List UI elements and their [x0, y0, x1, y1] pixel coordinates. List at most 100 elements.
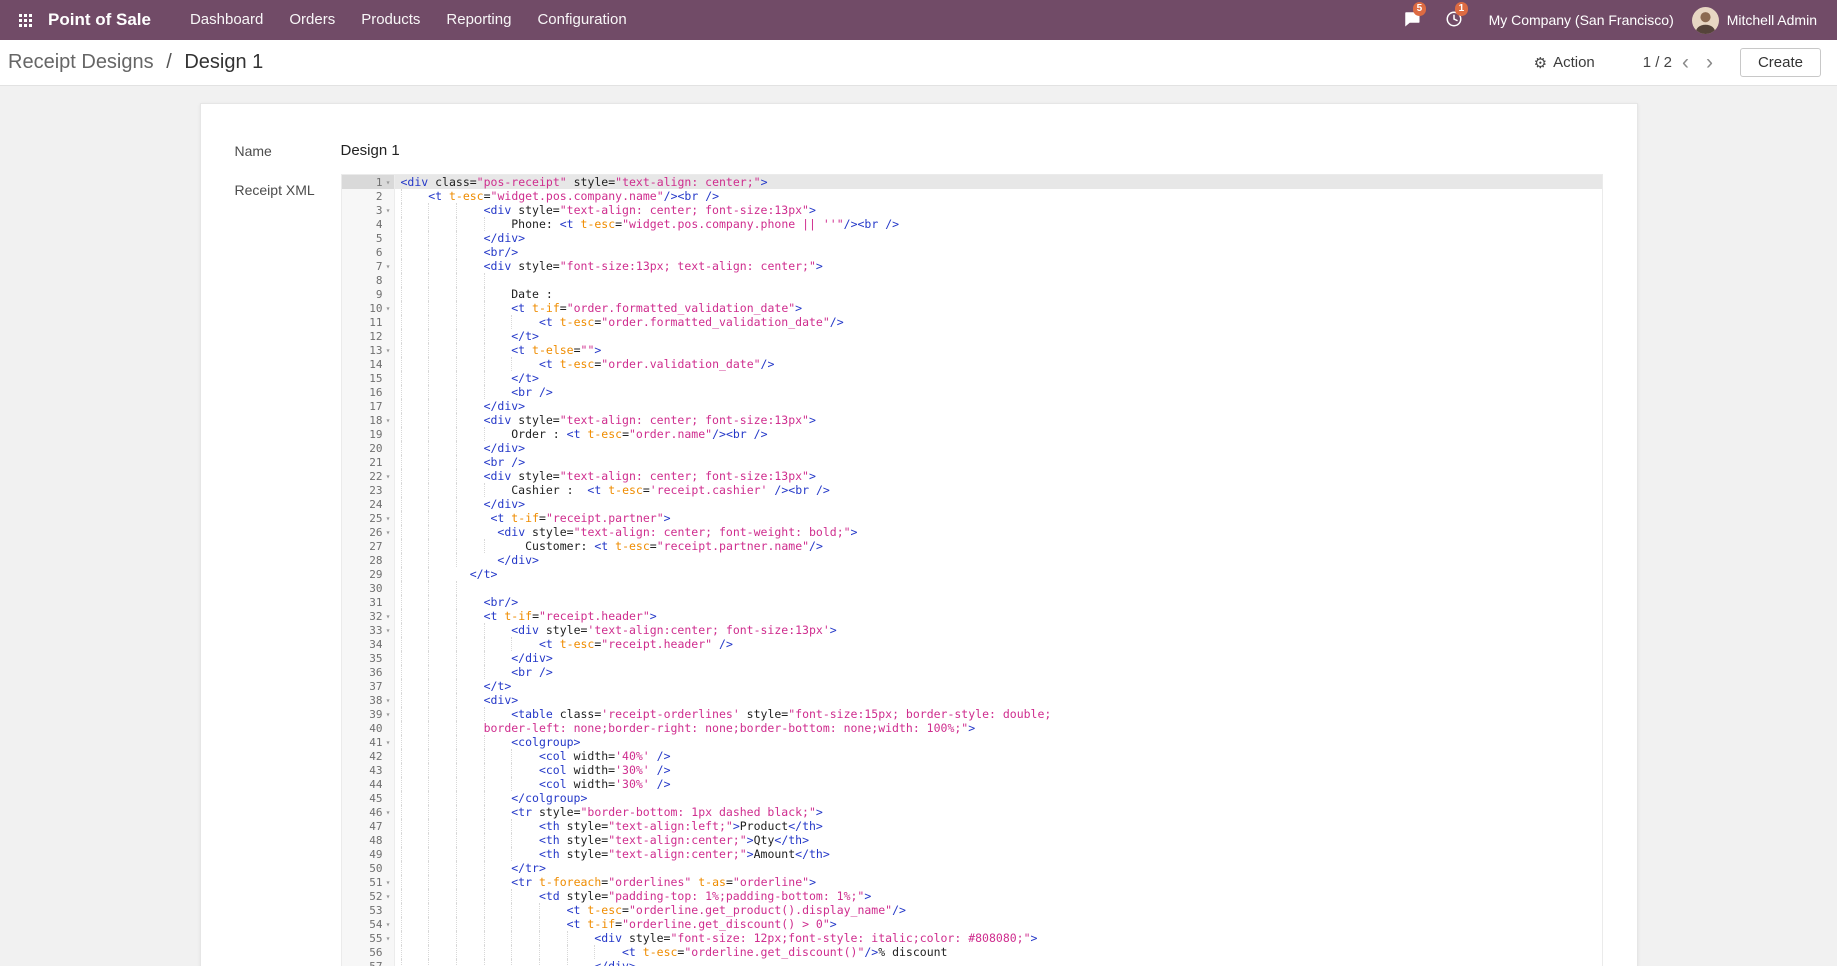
editor-line[interactable]: 21<br />	[342, 455, 1602, 469]
fold-icon[interactable]: ▾	[383, 934, 394, 943]
editor-line[interactable]: 7▾<div style="font-size:13px; text-align…	[342, 259, 1602, 273]
fold-icon[interactable]: ▾	[383, 738, 394, 747]
line-number[interactable]: 45	[342, 791, 395, 805]
line-number[interactable]: 43	[342, 763, 395, 777]
editor-line[interactable]: 38▾<div>	[342, 693, 1602, 707]
editor-line[interactable]: 33▾<div style='text-align:center; font-s…	[342, 623, 1602, 637]
line-number[interactable]: 17	[342, 399, 395, 413]
editor-line[interactable]: 51▾<tr t-foreach="orderlines" t-as="orde…	[342, 875, 1602, 889]
line-number[interactable]: 57	[342, 959, 395, 966]
line-number[interactable]: 22▾	[342, 469, 395, 483]
line-number[interactable]: 19	[342, 427, 395, 441]
editor-line[interactable]: 26▾ <div style="text-align: center; font…	[342, 525, 1602, 539]
user-menu[interactable]: Mitchell Admin	[1692, 7, 1817, 34]
editor-line[interactable]: 10▾<t t-if="order.formatted_validation_d…	[342, 301, 1602, 315]
line-number[interactable]: 9	[342, 287, 395, 301]
fold-icon[interactable]: ▾	[383, 178, 394, 187]
editor-line[interactable]: 16<br />	[342, 385, 1602, 399]
line-number[interactable]: 51▾	[342, 875, 395, 889]
line-number[interactable]: 46▾	[342, 805, 395, 819]
line-number[interactable]: 36	[342, 665, 395, 679]
editor-line[interactable]: 50</tr>	[342, 861, 1602, 875]
line-number[interactable]: 48	[342, 833, 395, 847]
pager-previous-button[interactable]: ‹	[1675, 52, 1696, 73]
editor-line[interactable]: 34<t t-esc="receipt.header" />	[342, 637, 1602, 651]
editor-line[interactable]: 15</t>	[342, 371, 1602, 385]
editor-line[interactable]: 56<t t-esc="orderline.get_discount()"/>%…	[342, 945, 1602, 959]
line-number[interactable]: 1▾	[342, 175, 395, 189]
line-number[interactable]: 34	[342, 637, 395, 651]
line-number[interactable]: 2	[342, 189, 395, 203]
line-number[interactable]: 8	[342, 273, 395, 287]
line-number[interactable]: 3▾	[342, 203, 395, 217]
line-number[interactable]: 55▾	[342, 931, 395, 945]
line-number[interactable]: 23	[342, 483, 395, 497]
editor-line[interactable]: 13▾<t t-else="">	[342, 343, 1602, 357]
line-number[interactable]: 31	[342, 595, 395, 609]
line-number[interactable]: 16	[342, 385, 395, 399]
fold-icon[interactable]: ▾	[383, 808, 394, 817]
line-number[interactable]: 47	[342, 819, 395, 833]
editor-line[interactable]: 45</colgroup>	[342, 791, 1602, 805]
line-number[interactable]: 18▾	[342, 413, 395, 427]
breadcrumb-parent[interactable]: Receipt Designs	[8, 51, 154, 73]
editor-line[interactable]: 8	[342, 273, 1602, 287]
editor-line[interactable]: 48<th style="text-align:center;">Qty</th…	[342, 833, 1602, 847]
editor-line[interactable]: 36<br />	[342, 665, 1602, 679]
line-number[interactable]: 25▾	[342, 511, 395, 525]
editor-line[interactable]: 20</div>	[342, 441, 1602, 455]
editor-line[interactable]: 5</div>	[342, 231, 1602, 245]
editor-line[interactable]: 44<col width='30%' />	[342, 777, 1602, 791]
pager-next-button[interactable]: ›	[1699, 52, 1720, 73]
editor-line[interactable]: 14<t t-esc="order.validation_date"/>	[342, 357, 1602, 371]
line-number[interactable]: 11	[342, 315, 395, 329]
editor-line[interactable]: 55▾<div style="font-size: 12px;font-styl…	[342, 931, 1602, 945]
editor-line[interactable]: 23Cashier : <t t-esc='receipt.cashier' /…	[342, 483, 1602, 497]
line-number[interactable]: 21	[342, 455, 395, 469]
menu-reporting[interactable]: Reporting	[433, 0, 524, 40]
line-number[interactable]: 20	[342, 441, 395, 455]
editor-line[interactable]: 19Order : <t t-esc="order.name"/><br />	[342, 427, 1602, 441]
action-menu-button[interactable]: ⚙ Action	[1534, 54, 1595, 72]
menu-dashboard[interactable]: Dashboard	[177, 0, 276, 40]
line-number[interactable]: 41▾	[342, 735, 395, 749]
fold-icon[interactable]: ▾	[383, 304, 394, 313]
line-number[interactable]: 12	[342, 329, 395, 343]
editor-line[interactable]: 40border-left: none;border-right: none;b…	[342, 721, 1602, 735]
line-number[interactable]: 38▾	[342, 693, 395, 707]
editor-line[interactable]: 35</div>	[342, 651, 1602, 665]
fold-icon[interactable]: ▾	[383, 416, 394, 425]
fold-icon[interactable]: ▾	[383, 346, 394, 355]
editor-line[interactable]: 43<col width='30%' />	[342, 763, 1602, 777]
editor-line[interactable]: 1▾<div class="pos-receipt" style="text-a…	[342, 175, 1602, 189]
editor-line[interactable]: 39▾<table class='receipt-orderlines' sty…	[342, 707, 1602, 721]
line-number[interactable]: 32▾	[342, 609, 395, 623]
editor-line[interactable]: 17</div>	[342, 399, 1602, 413]
editor-line[interactable]: 54▾<t t-if="orderline.get_discount() > 0…	[342, 917, 1602, 931]
line-number[interactable]: 6	[342, 245, 395, 259]
line-number[interactable]: 42	[342, 749, 395, 763]
line-number[interactable]: 53	[342, 903, 395, 917]
messages-button[interactable]: 5	[1399, 6, 1425, 35]
fold-icon[interactable]: ▾	[383, 878, 394, 887]
line-number[interactable]: 10▾	[342, 301, 395, 315]
editor-line[interactable]: 24</div>	[342, 497, 1602, 511]
editor-line[interactable]: 27 Customer: <t t-esc="receipt.partner.n…	[342, 539, 1602, 553]
fold-icon[interactable]: ▾	[383, 696, 394, 705]
fold-icon[interactable]: ▾	[383, 892, 394, 901]
line-number[interactable]: 54▾	[342, 917, 395, 931]
editor-line[interactable]: 49<th style="text-align:center;">Amount<…	[342, 847, 1602, 861]
editor-line[interactable]: 47<th style="text-align:left;">Product</…	[342, 819, 1602, 833]
editor-line[interactable]: 22▾<div style="text-align: center; font-…	[342, 469, 1602, 483]
line-number[interactable]: 30	[342, 581, 395, 595]
line-number[interactable]: 40	[342, 721, 395, 735]
editor-line[interactable]: 2<t t-esc="widget.pos.company.name"/><br…	[342, 189, 1602, 203]
line-number[interactable]: 52▾	[342, 889, 395, 903]
line-number[interactable]: 35	[342, 651, 395, 665]
editor-line[interactable]: 28 </div>	[342, 553, 1602, 567]
fold-icon[interactable]: ▾	[383, 514, 394, 523]
line-number[interactable]: 7▾	[342, 259, 395, 273]
line-number[interactable]: 5	[342, 231, 395, 245]
line-number[interactable]: 49	[342, 847, 395, 861]
editor-line[interactable]: 52▾<td style="padding-top: 1%;padding-bo…	[342, 889, 1602, 903]
